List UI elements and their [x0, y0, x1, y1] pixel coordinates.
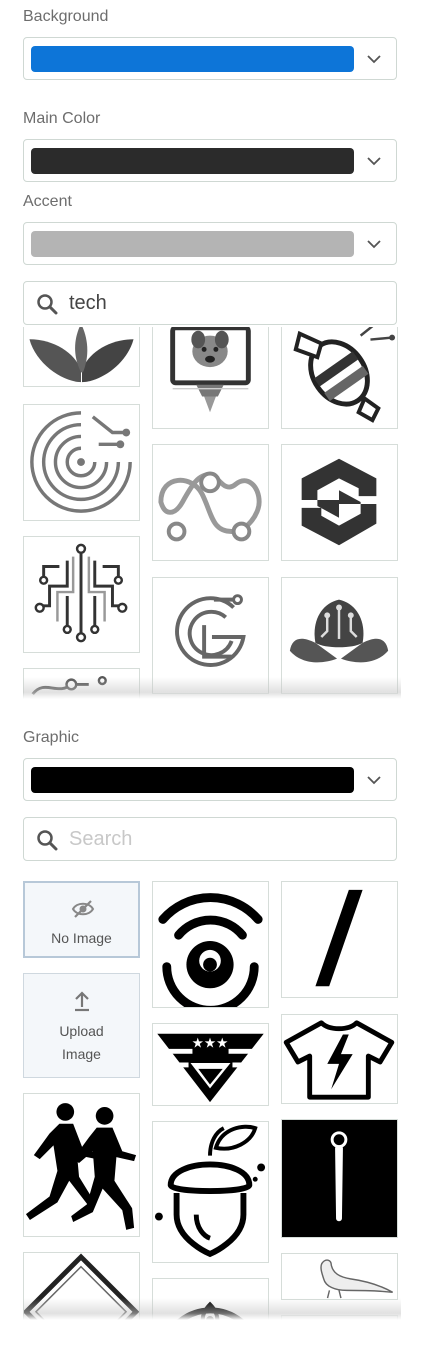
chevron-down-icon [367, 55, 381, 64]
infinity-loop-icon [158, 471, 262, 542]
circuit-maze-icon [30, 411, 132, 513]
icon-result-hexagon-s[interactable] [281, 444, 398, 561]
upload-icon [75, 991, 89, 1012]
background-color-select[interactable] [23, 37, 397, 80]
graphic-acorn[interactable] [152, 1121, 269, 1263]
icon-result-monitor-dog[interactable] [152, 327, 269, 429]
graphic-slash[interactable] [281, 881, 398, 998]
icon-result-circuit-maze[interactable] [23, 404, 140, 521]
accent-color-select[interactable] [23, 222, 397, 265]
graphic-label: Graphic [23, 729, 80, 746]
background-swatch [31, 46, 354, 72]
exclamation-icon [330, 1131, 348, 1222]
accent-swatch [31, 231, 354, 257]
main-color-select[interactable] [23, 139, 397, 182]
icon-results-grid [23, 327, 401, 699]
icon-search-box[interactable] [23, 281, 397, 325]
upload-label-line1: Upload [59, 1023, 104, 1039]
icon-result-infinity-loop[interactable] [152, 444, 269, 561]
monitor-dog-icon [170, 327, 251, 413]
svg-text:★★★: ★★★ [192, 1035, 229, 1051]
accent-label: Accent [23, 193, 72, 210]
slash-icon [315, 889, 363, 987]
pheasant-icon [320, 1259, 393, 1299]
search-icon [37, 830, 58, 851]
hexagon-s-icon [301, 458, 377, 546]
graphic-swatch [31, 767, 354, 793]
graphic-search-input[interactable] [69, 824, 379, 854]
robot-bee-icon [293, 327, 396, 423]
tshirt-bolt-icon [283, 1020, 395, 1100]
graphic-tshirt-bolt[interactable] [281, 1014, 398, 1104]
graphic-exclamation[interactable] [281, 1119, 398, 1238]
g-circuit-icon [175, 594, 246, 667]
search-icon [37, 294, 58, 315]
icon-result-sprout[interactable] [23, 327, 140, 387]
graphic-triangle-stars[interactable]: ★★★ [152, 1023, 269, 1106]
graphic-wifi-face[interactable] [152, 881, 269, 1008]
scroll-fade [23, 1298, 401, 1320]
main-color-swatch [31, 148, 354, 174]
runners-icon [25, 1103, 137, 1230]
upload-label-line2: Image [62, 1046, 101, 1062]
icon-search-input[interactable] [69, 288, 379, 318]
background-label: Background [23, 8, 109, 25]
graphic-color-select[interactable] [23, 758, 397, 801]
lotus-circuit-icon [289, 599, 389, 663]
chevron-down-icon [367, 776, 381, 785]
eye-slash-icon [71, 900, 95, 918]
wifi-face-icon [158, 893, 263, 1007]
graphic-pheasant[interactable] [281, 1253, 398, 1300]
circuit-tree-icon [34, 543, 128, 643]
chevron-down-icon [367, 240, 381, 249]
icon-result-circuit-tree[interactable] [23, 536, 140, 653]
no-image-label: No Image [51, 930, 112, 946]
no-image-tile[interactable]: No Image [23, 881, 140, 958]
graphic-runners[interactable] [23, 1093, 140, 1237]
icon-result-robot-bee[interactable] [281, 327, 398, 429]
sprout-icon [29, 327, 134, 383]
acorn-icon [154, 1124, 266, 1258]
main-color-label: Main Color [23, 110, 101, 127]
triangle-stars-icon: ★★★ [155, 1033, 266, 1103]
graphic-search-box[interactable] [23, 817, 397, 861]
scroll-fade [23, 677, 401, 699]
chevron-down-icon [367, 157, 381, 166]
graphic-results-grid: No Image Upload Image ★★★ [23, 881, 401, 1320]
upload-image-tile[interactable]: Upload Image [23, 973, 140, 1078]
